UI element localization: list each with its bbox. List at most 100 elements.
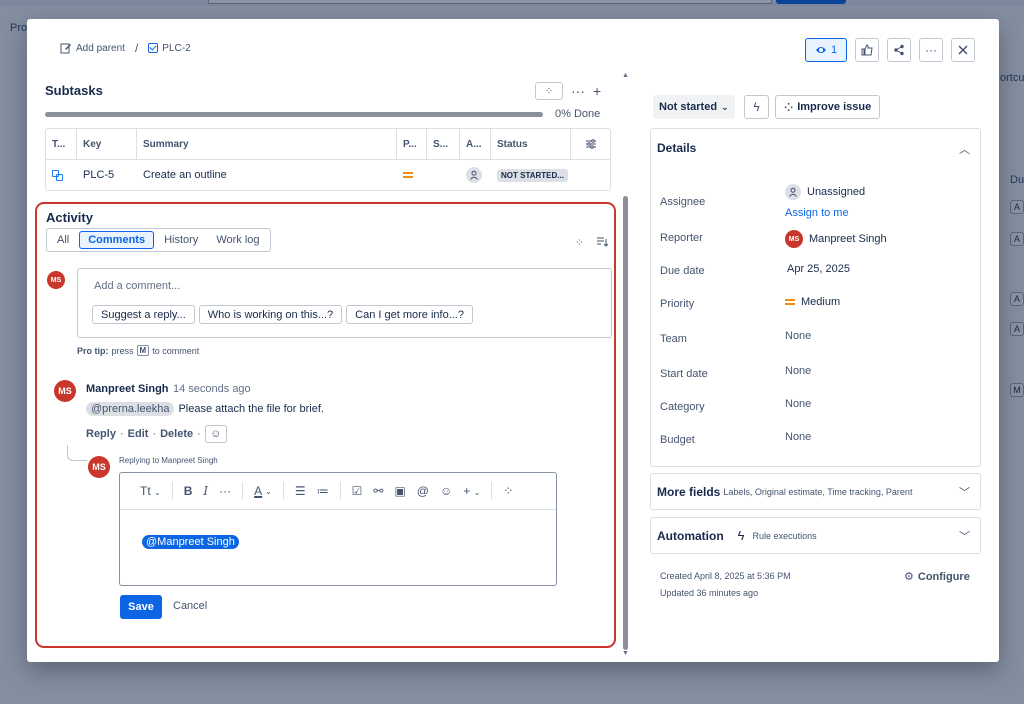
scroll-up-arrow-icon[interactable]: ▲ <box>622 72 629 79</box>
bold-icon[interactable]: B <box>184 484 193 498</box>
comment-mention[interactable]: @prerna.leekha <box>86 402 175 416</box>
configure-button[interactable]: ⚙ Configure <box>904 570 970 584</box>
insert-plus-icon[interactable]: + ⌄ <box>463 484 480 498</box>
tab-history[interactable]: History <box>156 231 206 249</box>
editor-content[interactable]: @Manpreet Singh <box>120 510 556 549</box>
priority-value[interactable]: Medium <box>785 296 840 308</box>
chevron-up-icon[interactable]: ︿ <box>959 141 970 157</box>
col-type[interactable]: T... <box>46 129 77 159</box>
row-summary[interactable]: Create an outline <box>137 160 397 190</box>
delete-link[interactable]: Delete <box>160 428 193 440</box>
pro-tip: Pro tip: press M to comment <box>77 345 199 356</box>
suggestion-who-button[interactable]: Who is working on this...? <box>198 305 343 324</box>
close-button[interactable] <box>951 38 975 62</box>
field-label: Budget <box>660 434 695 446</box>
details-title[interactable]: Details <box>657 141 696 155</box>
edit-link[interactable]: Edit <box>128 428 149 440</box>
mention-icon[interactable]: @ <box>417 484 429 498</box>
subtasks-table: T... Key Summary P... S... A... Status P… <box>45 128 611 191</box>
tab-comments[interactable]: Comments <box>79 231 155 249</box>
suggestion-reply-button[interactable]: Suggest a reply... <box>92 305 195 324</box>
reply-link[interactable]: Reply <box>86 428 116 440</box>
like-button[interactable] <box>855 38 879 62</box>
add-reaction-button[interactable]: ☺ <box>204 425 227 443</box>
unassigned-avatar-icon[interactable] <box>466 167 482 183</box>
col-key[interactable]: Key <box>77 129 137 159</box>
text-color-icon[interactable]: A <box>254 484 262 498</box>
automation-subtitle: Rule executions <box>752 530 817 541</box>
watch-button[interactable]: 1 <box>805 38 847 62</box>
col-assignee[interactable]: A... <box>460 129 491 159</box>
col-summary[interactable]: Summary <box>137 129 397 159</box>
editor-mention-chip[interactable]: @Manpreet Singh <box>142 535 239 549</box>
link-icon[interactable]: ⚯ <box>373 484 383 498</box>
share-button[interactable] <box>887 38 911 62</box>
table-row[interactable]: PLC-5 Create an outline NOT STARTED... <box>46 160 610 190</box>
bullet-list-icon[interactable]: ☰ <box>295 484 306 498</box>
scrollbar-thumb[interactable] <box>623 196 628 650</box>
reply-author-avatar: MS <box>88 456 110 478</box>
automation-button[interactable]: ϟ <box>744 95 769 119</box>
numbered-list-icon[interactable]: ≔ <box>317 484 329 498</box>
chevron-down-icon[interactable]: ⌄ <box>265 487 272 496</box>
column-settings-button[interactable] <box>571 129 610 159</box>
improve-issue-label: Improve issue <box>797 101 872 113</box>
add-parent-link[interactable]: Add parent <box>60 42 125 54</box>
status-lozenge[interactable]: NOT STARTED... <box>497 168 568 182</box>
improve-issue-button[interactable]: ⁘ Improve issue <box>775 95 881 119</box>
col-s[interactable]: S... <box>427 129 460 159</box>
reply-editor[interactable]: Tt ⌄ B I ··· A ⌄ ☰ ≔ ☑ ⚯ ▣ @ ☺ + ⌄ ⁘ @Ma… <box>119 472 557 586</box>
comment-author-avatar[interactable]: MS <box>54 380 76 402</box>
more-format-icon[interactable]: ··· <box>219 484 231 498</box>
more-actions-button[interactable]: ··· <box>919 38 943 62</box>
ai-sparkle-icon[interactable]: ⁘ <box>503 484 513 498</box>
tab-all[interactable]: All <box>49 231 77 249</box>
comment-placeholder[interactable]: Add a comment... <box>94 280 180 292</box>
add-comment-box[interactable]: Add a comment... Suggest a reply... Who … <box>77 268 612 338</box>
status-dropdown[interactable]: Not started ⌄ <box>653 95 735 119</box>
subtasks-more-icon[interactable]: ··· <box>571 83 585 99</box>
emoji-add-icon: ☺ <box>210 428 222 440</box>
ai-summarize-icon[interactable]: ⁘ <box>575 236 584 249</box>
start-date-value[interactable]: None <box>785 365 811 377</box>
automation-section[interactable]: Automation ϟ Rule executions ﹀ <box>650 517 981 554</box>
col-status[interactable]: Status <box>491 129 571 159</box>
assignee-value[interactable]: Unassigned <box>785 184 865 200</box>
image-icon[interactable]: ▣ <box>394 484 405 498</box>
team-value[interactable]: None <box>785 330 811 342</box>
emoji-icon[interactable]: ☺ <box>440 484 452 498</box>
category-value[interactable]: None <box>785 398 811 410</box>
checkbox-icon[interactable]: ☑ <box>352 484 363 498</box>
cancel-button[interactable]: Cancel <box>173 600 207 612</box>
activity-tabs: All Comments History Work log <box>46 228 271 252</box>
chevron-down-icon: ﹀ <box>959 530 970 543</box>
col-priority[interactable]: P... <box>397 129 427 159</box>
ai-suggest-button[interactable]: ⁘ <box>535 82 563 100</box>
text-style-dropdown[interactable]: Tt ⌄ <box>140 484 161 498</box>
add-subtask-icon[interactable]: + <box>593 83 601 99</box>
row-key[interactable]: PLC-5 <box>77 160 137 190</box>
budget-value[interactable]: None <box>785 431 811 443</box>
subtasks-progress-bar <box>45 112 543 117</box>
due-date-value[interactable]: Apr 25, 2025 <box>787 263 850 275</box>
more-fields-section[interactable]: More fields Labels, Original estimate, T… <box>650 473 981 510</box>
thumbs-up-icon <box>861 44 873 56</box>
suggestion-info-button[interactable]: Can I get more info...? <box>346 305 473 324</box>
toolbar-divider <box>242 482 244 500</box>
status-label: Not started <box>659 101 718 113</box>
header-actions: 1 ··· <box>805 38 975 62</box>
issue-key-link[interactable]: PLC-2 <box>148 43 191 54</box>
comment-time[interactable]: 14 seconds ago <box>173 383 251 395</box>
assign-to-me-link[interactable]: Assign to me <box>785 207 849 219</box>
save-button[interactable]: Save <box>120 595 162 619</box>
editor-toolbar: Tt ⌄ B I ··· A ⌄ ☰ ≔ ☑ ⚯ ▣ @ ☺ + ⌄ ⁘ <box>120 473 556 510</box>
progress-label: 0% Done <box>555 108 601 120</box>
tab-work-log[interactable]: Work log <box>208 231 267 249</box>
comment-author[interactable]: Manpreet Singh <box>86 383 169 395</box>
toolbar-divider <box>282 482 284 500</box>
reporter-value[interactable]: MS Manpreet Singh <box>785 230 887 248</box>
protip-key: M <box>136 345 150 356</box>
sort-icon[interactable] <box>596 236 608 247</box>
italic-icon[interactable]: I <box>203 484 208 498</box>
scroll-down-arrow-icon[interactable]: ▼ <box>622 650 629 657</box>
